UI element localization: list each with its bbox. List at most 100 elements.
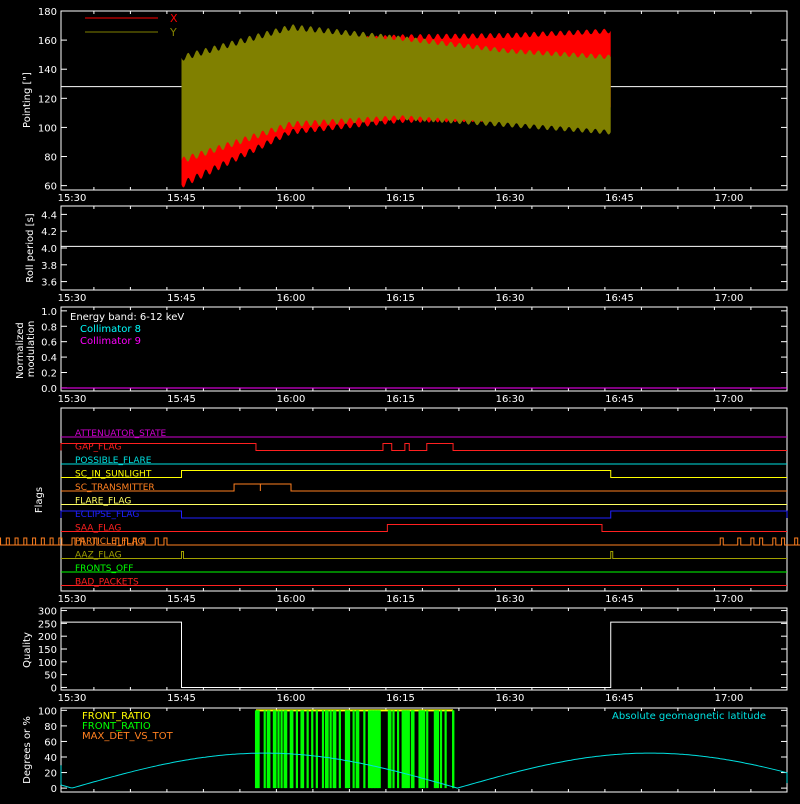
y-tick-label: 0.4 bbox=[41, 353, 57, 364]
front-ratio-bar bbox=[268, 710, 271, 789]
front-ratio-bar bbox=[280, 710, 283, 789]
front-ratio-bar bbox=[363, 710, 366, 789]
y-tick-label: 0.2 bbox=[41, 369, 57, 380]
modulation-ylabel: Normalized modulation bbox=[15, 319, 37, 379]
front-ratio-bar bbox=[352, 710, 355, 789]
x-tick-label: 16:45 bbox=[605, 693, 634, 704]
front-ratio-bar bbox=[263, 710, 266, 789]
y-tick-label: 0.6 bbox=[41, 338, 57, 349]
x-tick-label: 17:00 bbox=[715, 293, 744, 304]
flags-ylabel: Flags bbox=[34, 487, 45, 513]
y-tick-label: 3.6 bbox=[41, 278, 57, 289]
x-tick-label: 15:45 bbox=[167, 594, 196, 605]
x-tick-label: 16:30 bbox=[496, 594, 525, 605]
front-ratio-bar bbox=[407, 710, 410, 789]
y-tick-label: 0.0 bbox=[41, 384, 57, 395]
ratio-ylabel: Degrees or % bbox=[22, 716, 33, 784]
front-ratio-bar bbox=[378, 710, 381, 789]
y-tick-label: 100 bbox=[38, 123, 57, 134]
x-tick-label: 16:15 bbox=[386, 193, 415, 204]
front-ratio-bar bbox=[329, 710, 332, 789]
collimator-9-label: Collimator 9 bbox=[80, 336, 141, 347]
pointing-ylabel: Pointing ["] bbox=[22, 72, 33, 128]
x-tick-label: 16:30 bbox=[496, 394, 525, 405]
x-tick-label: 16:00 bbox=[277, 394, 306, 405]
x-tick-label: 15:45 bbox=[167, 394, 196, 405]
x-tick-label: 17:00 bbox=[715, 394, 744, 405]
y-tick-label: 120 bbox=[38, 94, 57, 105]
x-tick-label: 17:00 bbox=[715, 693, 744, 704]
modulation-ylabel-line2: modulation bbox=[26, 321, 37, 378]
x-tick-label: 16:15 bbox=[386, 693, 415, 704]
roll-ylabel: Roll period [s] bbox=[25, 213, 36, 282]
front-ratio-bar bbox=[338, 710, 341, 789]
legend-x-label: X bbox=[170, 12, 178, 25]
front-ratio-bar bbox=[285, 710, 288, 789]
max-det-label: MAX_DET_VS_TOT bbox=[82, 731, 174, 742]
front-ratio-bar bbox=[444, 710, 447, 789]
x-tick-label: 16:30 bbox=[496, 693, 525, 704]
x-tick-label: 16:45 bbox=[605, 394, 634, 405]
x-tick-label: 16:00 bbox=[277, 193, 306, 204]
y-tick-label: 60 bbox=[44, 182, 57, 193]
front-ratio-bar bbox=[321, 710, 325, 789]
y-tick-label: 150 bbox=[38, 645, 57, 656]
y-tick-label: 160 bbox=[38, 36, 57, 47]
y-tick-label: 0 bbox=[51, 784, 57, 795]
x-tick-label: 16:15 bbox=[386, 594, 415, 605]
y-tick-label: 180 bbox=[38, 7, 57, 18]
front-ratio-bar bbox=[277, 710, 280, 789]
front-ratio-bar bbox=[306, 710, 309, 789]
front-ratio-bar bbox=[436, 710, 440, 789]
y-tick-label: 60 bbox=[44, 737, 57, 748]
front-ratio-bar bbox=[426, 710, 429, 789]
y-tick-label: 3.8 bbox=[41, 261, 57, 272]
x-tick-label: 15:30 bbox=[58, 293, 87, 304]
front-ratio-bar bbox=[423, 710, 426, 789]
front-ratio-bar bbox=[311, 710, 314, 789]
front-ratio-bar bbox=[334, 710, 337, 789]
x-tick-label: 16:15 bbox=[386, 293, 415, 304]
front-ratio-bar bbox=[315, 710, 318, 789]
x-tick-label: 15:45 bbox=[167, 193, 196, 204]
y-tick-label: 4.2 bbox=[41, 227, 57, 238]
front-ratio-bar bbox=[392, 710, 395, 789]
front-ratio-bar bbox=[396, 710, 400, 789]
front-ratio-bar bbox=[295, 710, 299, 789]
modulation-ylabel-line1: Normalized bbox=[15, 322, 26, 379]
quicklook-figure: 15:30 15:45 16:00 16:15 16:30 16:45 17:00 60 80 1… bbox=[0, 0, 800, 800]
figure-svg: 15:30 15:45 16:00 16:15 16:30 16:45 17:00 60 80 1… bbox=[0, 0, 800, 800]
y-tick-label: 300 bbox=[38, 607, 57, 618]
x-tick-label: 16:00 bbox=[277, 293, 306, 304]
x-tick-label: 16:00 bbox=[277, 594, 306, 605]
x-tick-label: 16:45 bbox=[605, 193, 634, 204]
x-tick-label: 16:15 bbox=[386, 394, 415, 405]
x-tick-label: 15:30 bbox=[58, 394, 87, 405]
front-ratio-bar bbox=[274, 710, 277, 789]
y-tick-label: 250 bbox=[38, 619, 57, 630]
y-tick-label: 20 bbox=[44, 769, 57, 780]
x-tick-label: 16:30 bbox=[496, 193, 525, 204]
y-tick-label: 50 bbox=[44, 671, 57, 682]
front-ratio-bar bbox=[357, 710, 360, 789]
geomagnetic-label: Absolute geomagnetic latitude bbox=[612, 711, 766, 722]
x-tick-label: 16:30 bbox=[496, 293, 525, 304]
x-tick-label: 17:00 bbox=[715, 193, 744, 204]
y-tick-label: 4.0 bbox=[41, 244, 57, 255]
front-ratio-bar bbox=[301, 710, 305, 789]
x-tick-label: 16:45 bbox=[605, 293, 634, 304]
y-tick-label: 80 bbox=[44, 153, 57, 164]
y-tick-label: 4.4 bbox=[41, 210, 57, 221]
x-tick-label: 15:30 bbox=[58, 594, 87, 605]
x-tick-label: 15:30 bbox=[58, 193, 87, 204]
x-tick-label: 16:00 bbox=[277, 693, 306, 704]
x-tick-label: 15:30 bbox=[58, 693, 87, 704]
x-tick-label: 15:45 bbox=[167, 293, 196, 304]
quality-ylabel: Quality bbox=[22, 632, 33, 668]
y-tick-label: 0.8 bbox=[41, 322, 57, 333]
y-tick-label: 40 bbox=[44, 753, 57, 764]
y-tick-label: 80 bbox=[44, 722, 57, 733]
y-tick-label: 1.0 bbox=[41, 307, 57, 318]
energy-band-label: Energy band: 6-12 keV bbox=[70, 312, 184, 323]
y-tick-label: 0 bbox=[51, 683, 57, 694]
